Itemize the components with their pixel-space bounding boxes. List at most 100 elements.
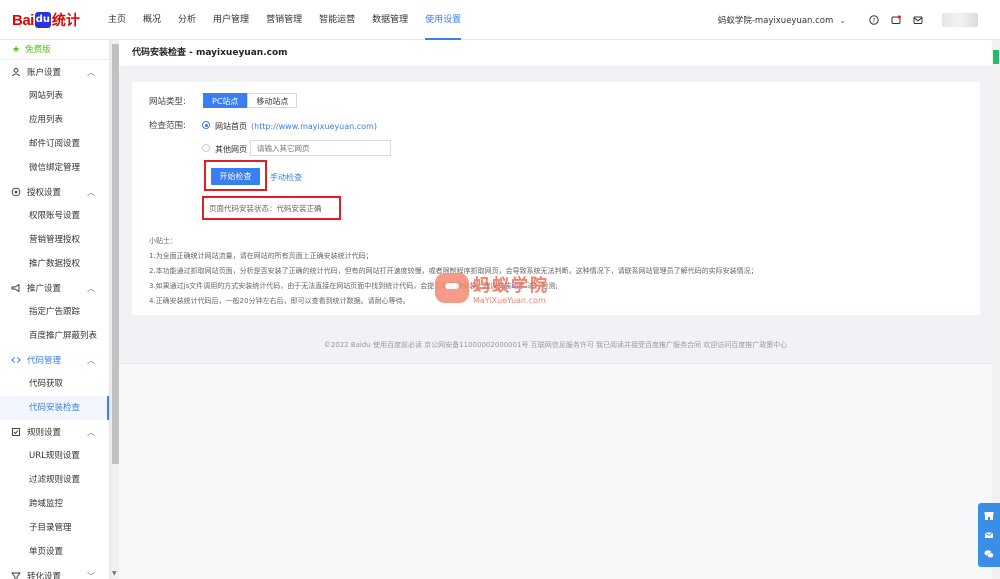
option-home[interactable]: 网站首页 (http://www.mayixueyuan.com) xyxy=(215,121,377,132)
sidebar-group[interactable]: 代码管理 ︿ xyxy=(0,348,109,372)
sidebar-item[interactable]: 应用列表 xyxy=(0,108,109,132)
logo-text-bai: Bai xyxy=(12,11,34,29)
tip-item: 3.如果通过js文件调用的方式安装统计代码，由于无法直接在网站页面中找到统计代码… xyxy=(149,279,969,294)
svg-text:?: ? xyxy=(872,17,875,24)
radio-other[interactable] xyxy=(202,144,210,152)
main-scrollbar-thumb[interactable] xyxy=(993,50,999,64)
sidebar-group-label: 代码管理 xyxy=(27,356,62,366)
megaphone-icon xyxy=(11,283,21,293)
main-content: 代码安装检查 - mayixueyuan.com 网站类型: PC站点 移动站点 … xyxy=(119,40,992,579)
scope-label: 检查范围: xyxy=(149,121,186,131)
sidebar-item[interactable]: URL规则设置 xyxy=(0,444,109,468)
free-version-badge: ★ 免费版 xyxy=(0,40,109,60)
nav-item[interactable]: 智能运营 xyxy=(319,0,355,40)
nav-item[interactable]: 数据管理 xyxy=(372,0,408,40)
chevron-up-icon: ︿ xyxy=(87,356,95,365)
tip-item: 2.本功能通过抓取网站页面，分析是否安装了正确的统计代码，但有的网站打开速度较慢… xyxy=(149,267,758,275)
watermark-cn: 蚂蚁学院 xyxy=(473,276,549,296)
sidebar-group[interactable]: 规则设置 ︿ xyxy=(0,420,109,444)
pc-site-button[interactable]: PC站点 xyxy=(203,93,248,108)
sidebar-menu: 账户设置 ︿ 网站列表 应用列表 邮件订阅设置 微信绑定管理 授权设置 ︿ 权限账号设置 营销管理… xyxy=(0,60,109,579)
install-status-text: 页面代码安装状态：代码安装正确 xyxy=(209,204,322,213)
mobile-site-button[interactable]: 移动站点 xyxy=(247,93,298,108)
radio-home[interactable] xyxy=(202,121,210,129)
sidebar-group-label: 账户设置 xyxy=(27,68,62,78)
nav-item[interactable]: 主页 xyxy=(108,0,126,40)
chat-icon[interactable] xyxy=(983,548,995,560)
sidebar-item[interactable]: 百度推广屏蔽列表 xyxy=(0,324,109,348)
sidebar-item[interactable]: 网站列表 xyxy=(0,84,109,108)
sidebar: ★ 免费版 账户设置 ︿ 网站列表 应用列表 邮件订阅设置 微信绑定管理 授权设置 ︿ 权限账号… xyxy=(0,40,110,579)
site-type-toggle: PC站点 移动站点 xyxy=(203,93,298,108)
sidebar-item[interactable]: 指定广告跟踪 xyxy=(0,300,109,324)
tips-title: 小贴士： xyxy=(149,237,177,245)
main-scrollbar[interactable] xyxy=(992,40,1000,579)
star-icon: ★ xyxy=(12,44,21,55)
nav-item[interactable]: 营销管理 xyxy=(266,0,302,40)
sidebar-group[interactable]: 账户设置 ︿ xyxy=(0,60,109,84)
page-title: 代码安装检查 - mayixueyuan.com xyxy=(119,40,992,67)
sidebar-item[interactable]: 过滤规则设置 xyxy=(0,468,109,492)
start-check-button[interactable]: 开始检查 xyxy=(211,168,260,185)
sidebar-item[interactable]: 权限账号设置 xyxy=(0,204,109,228)
shop-icon[interactable] xyxy=(983,510,995,522)
scroll-down-arrow-icon[interactable]: ▼ xyxy=(112,570,117,577)
option-home-label: 网站首页 xyxy=(215,122,247,131)
free-version-label: 免费版 xyxy=(25,44,51,55)
main-nav: 主页 概况 分析 用户管理 营销管理 智能运营 数据管理 使用设置 xyxy=(108,0,478,40)
chevron-up-icon: ︿ xyxy=(87,68,95,77)
message-icon[interactable] xyxy=(890,14,902,26)
floating-toolbar xyxy=(978,503,1000,567)
nav-item[interactable]: 用户管理 xyxy=(213,0,249,40)
sidebar-group-label: 推广设置 xyxy=(27,284,62,294)
option-other-label[interactable]: 其他网页 xyxy=(215,144,247,155)
other-url-input[interactable] xyxy=(250,140,391,156)
tip-item: 4.正确安装统计代码后，一般20分钟左右后，即可以查看到统计数据。请耐心等待。 xyxy=(149,297,410,305)
sidebar-item[interactable]: 代码获取 xyxy=(0,372,109,396)
sidebar-item[interactable]: 跨域监控 xyxy=(0,492,109,516)
sidebar-scrollbar[interactable]: ▼ xyxy=(110,40,119,579)
sidebar-group[interactable]: 转化设置 ﹀ xyxy=(0,564,109,579)
site-selector[interactable]: 蚂蚁学院-mayixueyuan.com ⌄ xyxy=(717,14,846,27)
sidebar-group[interactable]: 授权设置 ︿ xyxy=(0,180,109,204)
sidebar-group-label: 转化设置 xyxy=(27,572,62,579)
watermark-en: MaYiXueYuan.com xyxy=(473,296,546,305)
sidebar-item[interactable]: 代码安装检查 xyxy=(0,396,109,420)
option-home-url: (http://www.mayixueyuan.com) xyxy=(251,122,377,131)
manual-check-link[interactable]: 手动检查 xyxy=(270,172,302,183)
site-selector-label: 蚂蚁学院-mayixueyuan.com xyxy=(717,16,834,26)
sidebar-group-label: 授权设置 xyxy=(27,188,62,198)
nav-item[interactable]: 使用设置 xyxy=(425,0,462,40)
sidebar-item[interactable]: 单页设置 xyxy=(0,540,109,564)
footer-text: ©2022 Baidu 使用百度前必读 京公网安备11000002000001号… xyxy=(323,341,788,349)
watermark-text: 蚂蚁学院 MaYiXueYuan.com xyxy=(473,271,549,305)
sidebar-item[interactable]: 微信绑定管理 xyxy=(0,156,109,180)
nav-item[interactable]: 概况 xyxy=(143,0,161,40)
logo-paw-icon: du xyxy=(34,12,51,28)
nav-item[interactable]: 分析 xyxy=(178,0,196,40)
sidebar-item[interactable]: 邮件订阅设置 xyxy=(0,132,109,156)
sidebar-group-label: 规则设置 xyxy=(27,428,62,438)
chevron-down-icon: ﹀ xyxy=(87,572,95,579)
sidebar-item[interactable]: 推广数据授权 xyxy=(0,252,109,276)
convert-icon xyxy=(11,571,21,579)
chevron-down-icon: ⌄ xyxy=(839,15,846,25)
watermark-logo-icon xyxy=(435,273,469,303)
header-right: 蚂蚁学院-mayixueyuan.com ⌄ ? xyxy=(718,0,1000,40)
mail-icon[interactable] xyxy=(912,14,924,26)
sidebar-item[interactable]: 子目录管理 xyxy=(0,516,109,540)
tip-item: 1.为全面正确统计网站流量，请在网站的所有页面上正确安装统计代码； xyxy=(149,252,373,260)
user-icon xyxy=(11,67,21,77)
top-navbar: Bai du 统计 主页 概况 分析 用户管理 营销管理 智能运营 数据管理 使用设置 蚂蚁学… xyxy=(0,0,1000,40)
tips-section: 小贴士： 1.为全面正确统计网站流量，请在网站的所有页面上正确安装统计代码； 2… xyxy=(149,234,969,309)
avatar[interactable] xyxy=(942,13,978,27)
empty-area xyxy=(119,364,992,579)
mail-icon[interactable] xyxy=(983,529,995,541)
logo-text-tongji: 统计 xyxy=(51,13,80,29)
auth-icon xyxy=(11,187,21,197)
help-icon[interactable]: ? xyxy=(868,14,880,26)
sidebar-scrollbar-thumb[interactable] xyxy=(112,44,119,464)
baidu-tongji-logo[interactable]: Bai du 统计 xyxy=(12,9,80,31)
sidebar-group[interactable]: 推广设置 ︿ xyxy=(0,276,109,300)
sidebar-item[interactable]: 营销管理授权 xyxy=(0,228,109,252)
